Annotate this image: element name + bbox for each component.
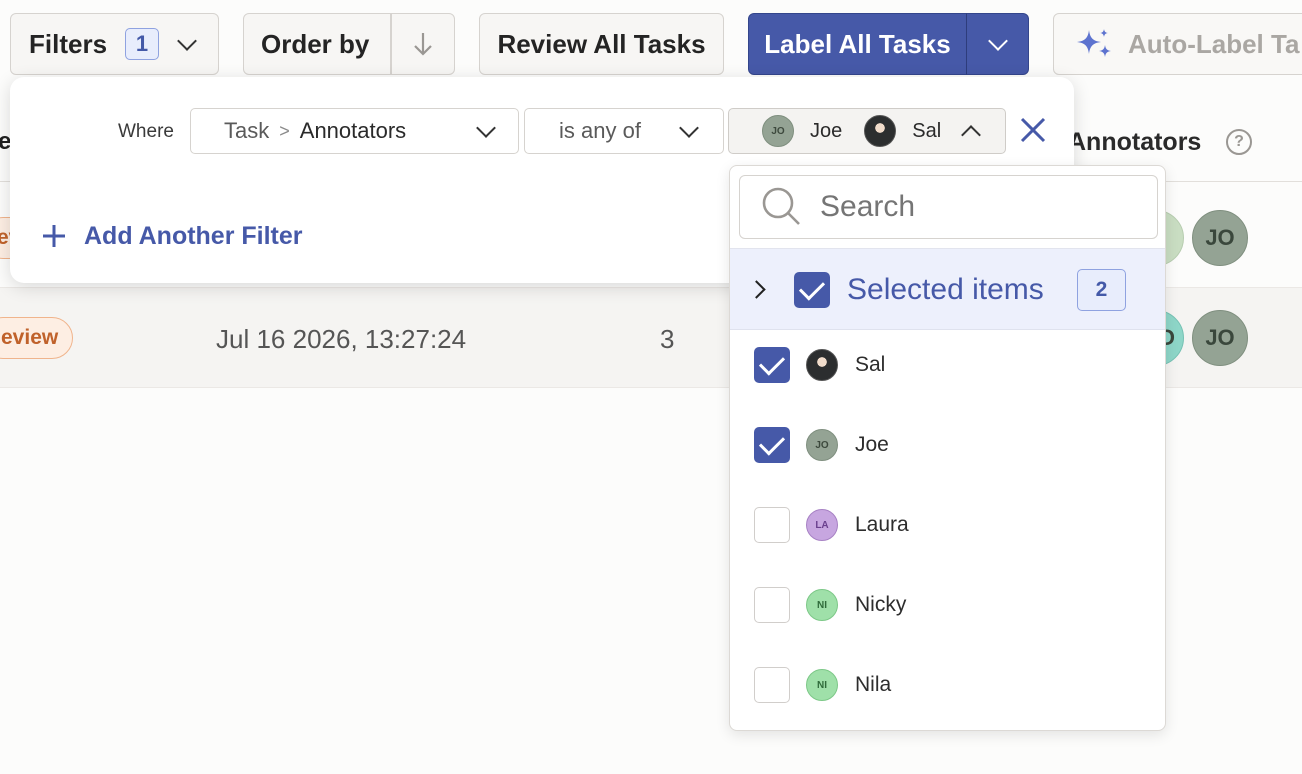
auto-label-label: Auto-Label Ta xyxy=(1128,28,1300,59)
option-name: Nicky xyxy=(855,593,907,616)
label-all-tasks-button[interactable]: Label All Tasks xyxy=(748,13,967,75)
avatar: NI xyxy=(806,589,838,621)
filters-count-badge: 1 xyxy=(125,28,160,60)
field-name: Annotators xyxy=(299,118,407,143)
option-name: Sal xyxy=(855,353,886,376)
field-prefix: Task xyxy=(224,118,270,143)
label-all-dropdown-button[interactable] xyxy=(966,13,1029,75)
chevron-down-icon xyxy=(476,118,496,138)
selected-items-group[interactable]: Selected items 2 xyxy=(730,248,1165,330)
plus-icon xyxy=(43,225,65,247)
value-name: Sal xyxy=(912,119,942,142)
help-icon[interactable]: ? xyxy=(1226,129,1252,155)
review-all-tasks-button[interactable]: Review All Tasks xyxy=(479,13,724,75)
close-icon xyxy=(1020,117,1046,143)
chevron-down-icon xyxy=(177,31,197,54)
value-name: Joe xyxy=(810,119,843,142)
list-item[interactable]: LA Laura xyxy=(730,485,1165,565)
sort-direction-button[interactable] xyxy=(391,13,455,75)
chevron-down-icon xyxy=(679,118,699,138)
add-filter-button[interactable]: Add Another Filter xyxy=(40,221,303,251)
search-box[interactable] xyxy=(739,175,1158,239)
field-select[interactable]: Task > Annotators xyxy=(190,108,519,154)
add-filter-label: Add Another Filter xyxy=(84,221,303,250)
avatar xyxy=(806,349,838,381)
avatar: NI xyxy=(806,669,838,701)
option-name: Joe xyxy=(855,433,889,456)
search-icon xyxy=(762,187,800,225)
option-checkbox[interactable] xyxy=(754,427,790,463)
arrow-down-icon xyxy=(414,33,432,56)
option-name: Laura xyxy=(855,513,909,536)
option-name: Nila xyxy=(855,673,892,696)
sparkle-icon xyxy=(1077,29,1111,57)
value-select[interactable]: JO Joe Sal xyxy=(728,108,1006,154)
avatar: JO xyxy=(1192,210,1248,266)
column-header-annotators: Annotators xyxy=(1068,128,1202,156)
selected-count-badge: 2 xyxy=(1077,269,1126,311)
created-date: Jul 16 2026, 13:27:24 xyxy=(216,324,467,354)
list-item[interactable]: NI Nila xyxy=(730,645,1165,725)
list-item[interactable]: Sal xyxy=(730,325,1165,405)
search-input[interactable] xyxy=(820,190,1120,224)
avatar xyxy=(864,115,897,147)
avatar: JO xyxy=(1192,310,1248,366)
option-checkbox[interactable] xyxy=(754,587,790,623)
auto-label-button[interactable]: Auto-Label Ta xyxy=(1053,13,1302,75)
chevron-up-icon xyxy=(961,125,981,145)
filters-button[interactable]: Filters 1 xyxy=(10,13,219,75)
option-checkbox[interactable] xyxy=(754,507,790,543)
avatar: JO xyxy=(806,429,838,461)
selected-items-label: Selected items xyxy=(847,273,1044,306)
review-all-tasks-label: Review All Tasks xyxy=(497,28,706,59)
count-value: 3 xyxy=(660,324,675,354)
label-all-tasks-label: Label All Tasks xyxy=(764,28,951,59)
order-by-label: Order by xyxy=(261,28,370,59)
list-item[interactable]: NI Nicky xyxy=(730,565,1165,645)
chevron-right-icon xyxy=(747,280,766,299)
avatar: JO xyxy=(762,115,794,147)
filters-label: Filters xyxy=(29,28,108,59)
order-by-button[interactable]: Order by xyxy=(243,13,391,75)
option-checkbox[interactable] xyxy=(754,667,790,703)
where-label: Where xyxy=(118,121,174,142)
selected-items-checkbox[interactable] xyxy=(794,272,830,308)
field-separator: > xyxy=(279,120,290,141)
option-checkbox[interactable] xyxy=(754,347,790,383)
annotators-dropdown: Selected items 2 Sal JO Joe LA Laura NI … xyxy=(729,165,1166,731)
chevron-down-icon xyxy=(987,31,1008,54)
remove-filter-button[interactable] xyxy=(1018,115,1048,145)
operator-select[interactable]: is any of xyxy=(524,108,724,154)
list-item[interactable]: JO Joe xyxy=(730,405,1165,485)
status-badge: eview xyxy=(0,317,74,359)
avatar: LA xyxy=(806,509,838,541)
operator-label: is any of xyxy=(559,118,641,143)
